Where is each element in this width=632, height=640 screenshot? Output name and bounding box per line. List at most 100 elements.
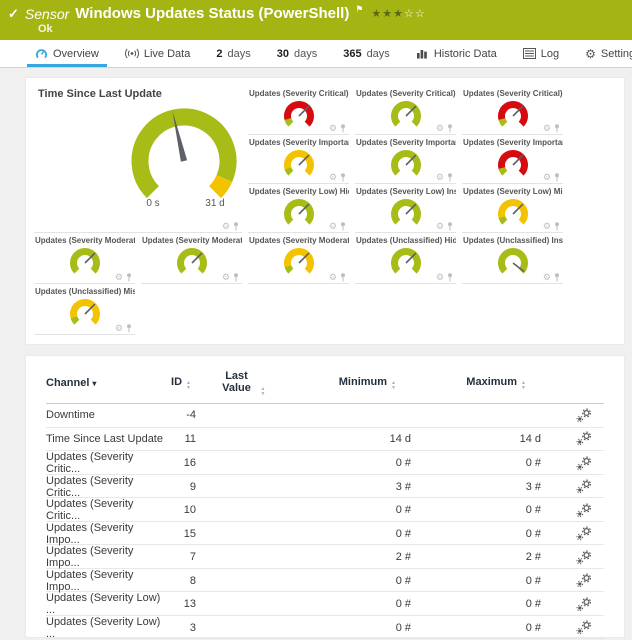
pin-icon[interactable] [233,222,239,231]
table-body: Downtime-4Time Since Last Update1114 d14… [46,404,604,639]
gauge-tile-time-since-last-update[interactable]: Time Since Last Update 0 s 31 d ⚙ [34,86,242,233]
pin-icon[interactable] [554,124,560,133]
table-row: Updates (Severity Low) ...130 #0 # [46,592,604,616]
gauge-tile[interactable]: Updates (Severity Important) ...⚙ [248,135,349,184]
tab-365-days[interactable]: 365days [330,40,403,67]
gear-icon[interactable]: ⚙ [436,173,444,182]
gauge-tile[interactable]: Updates (Severity Low) Hidden ⚙ [248,184,349,233]
table-row: Downtime-4 [46,404,604,428]
gear-icon[interactable]: ⚙ [115,273,123,282]
gauge-tile[interactable]: Updates (Unclassified) Hidden ⚙ [355,233,456,284]
channel-maximum: 2 # [416,551,546,563]
gear-icon[interactable]: ⚙ [329,173,337,182]
gauge-tile[interactable]: Updates (Severity Important) ...⚙ [355,135,456,184]
table-row: Time Since Last Update1114 d14 d [46,428,604,452]
tab-30-days[interactable]: 30days [264,40,331,67]
gauge [386,98,426,131]
gauge-tile[interactable]: Updates (Unclassified) Install...⚙ [462,233,563,284]
tab-2-days[interactable]: 2days [203,40,263,67]
table-row: Updates (Severity Low) ...30 #0 # [46,616,604,640]
gauge-title: Updates (Unclassified) Hidden [355,233,456,245]
gear-icon[interactable]: ⚙ [222,273,230,282]
tile-actions: ⚙ [329,222,346,231]
pin-icon[interactable] [554,222,560,231]
pin-icon[interactable] [554,273,560,282]
gauge-tile[interactable]: Updates (Severity Moderate) ...⚙ [248,233,349,284]
gauge-tile[interactable]: Updates (Severity Moderate) ... ⚙ [34,233,135,284]
gear-icon[interactable]: ⚙ [329,273,337,282]
pin-icon[interactable] [447,222,453,231]
channel-settings-icon[interactable] [576,526,592,541]
sort-icon: ▲▼ [261,387,266,396]
pin-icon[interactable] [447,173,453,182]
gauge-title: Updates (Severity Critical) Hi... [248,86,349,98]
channel-id: 16 [166,457,196,469]
gear-icon[interactable]: ⚙ [436,124,444,133]
channel-id: 7 [166,551,196,563]
gauge-tile[interactable]: Updates (Severity Moderate) I...⚙ [141,233,242,284]
gear-icon[interactable]: ⚙ [329,124,337,133]
channel-settings-icon[interactable] [576,479,592,494]
tab-overview[interactable]: Overview [22,40,112,67]
tile-actions: ⚙ [543,124,560,133]
pin-icon[interactable] [340,222,346,231]
column-header-channel[interactable]: Channel▾ [46,377,166,389]
channel-settings-icon[interactable] [576,573,592,588]
tile-actions: ⚙ [543,222,560,231]
channel-settings-icon[interactable] [576,431,592,446]
pin-icon[interactable] [447,273,453,282]
gauge [493,147,533,180]
pin-icon[interactable] [340,173,346,182]
rating-stars[interactable]: ★★★☆☆ [371,7,425,20]
gauge [279,98,319,131]
gear-icon[interactable]: ⚙ [543,222,551,231]
gauge-tile[interactable]: Updates (Severity Critical) Mi...⚙ [462,86,563,135]
tile-actions: ⚙ [115,324,132,333]
flag-icon[interactable]: ⚑ [355,4,363,15]
tab-historic-data[interactable]: Historic Data [403,40,510,67]
pin-icon[interactable] [554,173,560,182]
channel-settings-icon[interactable] [576,503,592,518]
channel-settings-icon[interactable] [576,620,592,635]
gauge-tile[interactable]: Updates (Severity Low) Missi...⚙ [462,184,563,233]
column-header-last-value[interactable]: Last Value▲▼ [196,370,286,396]
pin-icon[interactable] [233,273,239,282]
gauge-tile[interactable]: Updates (Severity Important) ...⚙ [462,135,563,184]
channel-settings-icon[interactable] [576,550,592,565]
gauge-tile[interactable]: Updates (Unclassified) Missing⚙ [34,284,135,335]
table-header-row: Channel▾ ID▲▼ Last Value▲▼ Minimum▲▼ Max… [46,370,604,404]
channel-settings-icon[interactable] [576,408,592,423]
gauge-title: Updates (Severity Critical) Ins... [355,86,456,98]
pin-icon[interactable] [447,124,453,133]
pin-icon[interactable] [126,324,132,333]
channel-name: Time Since Last Update [46,433,166,445]
gear-icon[interactable]: ⚙ [436,222,444,231]
channel-settings-icon[interactable] [576,597,592,612]
gear-icon[interactable]: ⚙ [543,273,551,282]
tab-settings[interactable]: ⚙ Settings [572,40,632,67]
tab-live-data[interactable]: Live Data [112,40,203,67]
gauge-tile[interactable]: Updates (Severity Critical) Ins... ⚙ [355,86,456,135]
gear-icon[interactable]: ⚙ [329,222,337,231]
gear-icon[interactable]: ⚙ [543,124,551,133]
gauge [386,245,426,278]
pin-icon[interactable] [340,273,346,282]
column-header-id[interactable]: ID▲▼ [166,376,196,390]
gauge [65,245,105,278]
gauge-title: Updates (Severity Moderate) ... [34,233,135,245]
gauge-tile[interactable]: Updates (Severity Critical) Hi... ⚙ [248,86,349,135]
gauge-title: Updates (Severity Low) Hidden [248,184,349,196]
column-header-maximum[interactable]: Maximum▲▼ [416,376,546,390]
channel-settings-icon[interactable] [576,456,592,471]
gear-icon[interactable]: ⚙ [543,173,551,182]
column-header-minimum[interactable]: Minimum▲▼ [286,376,416,390]
gear-icon[interactable]: ⚙ [115,324,123,333]
channel-minimum: 0 # [286,622,416,634]
tab-log[interactable]: Log [510,40,572,67]
gauge-tile[interactable]: Updates (Severity Low) Insta...⚙ [355,184,456,233]
gauge [493,98,533,131]
pin-icon[interactable] [340,124,346,133]
gear-icon[interactable]: ⚙ [436,273,444,282]
gear-icon[interactable]: ⚙ [222,222,230,231]
pin-icon[interactable] [126,273,132,282]
